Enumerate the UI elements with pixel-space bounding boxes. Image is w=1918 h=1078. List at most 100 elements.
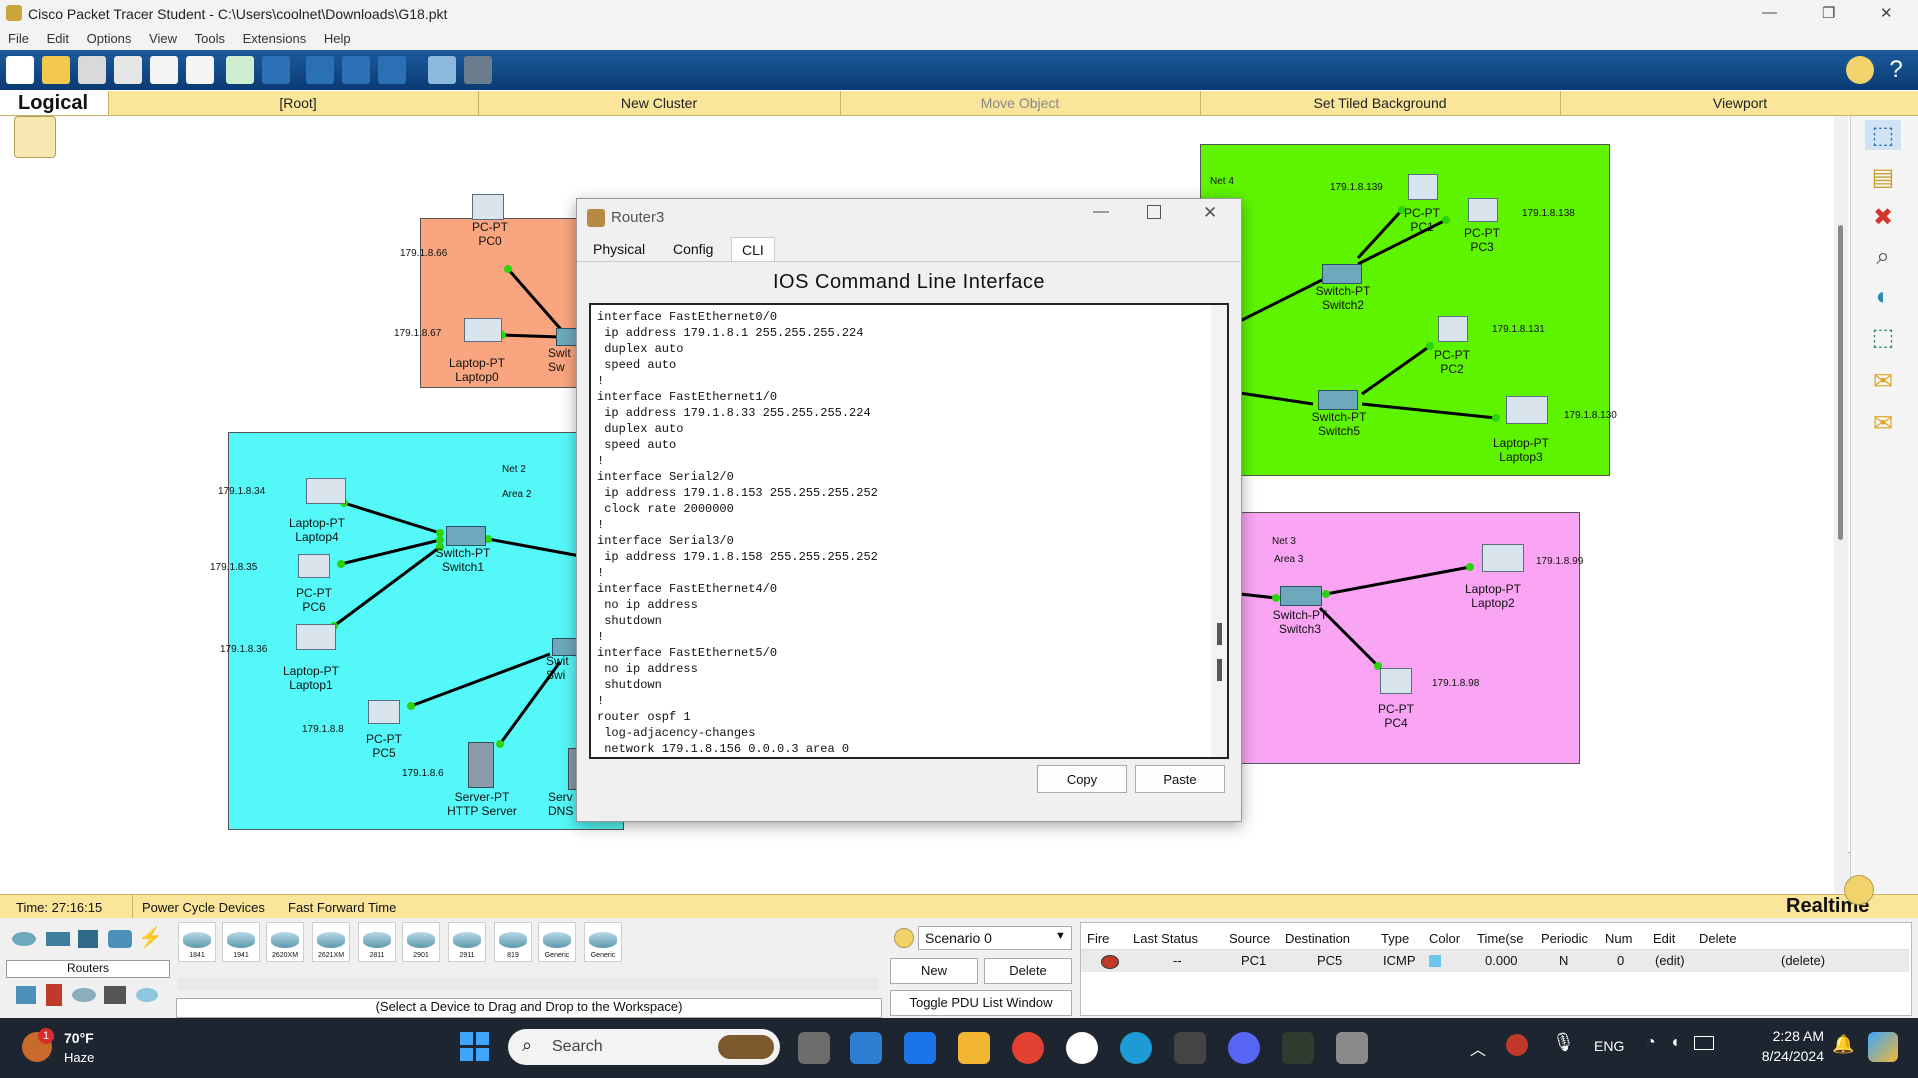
task-view-icon[interactable]: [798, 1032, 830, 1064]
start-icon[interactable]: [460, 1032, 490, 1062]
pc0-icon[interactable]: [472, 194, 504, 220]
tab-physical[interactable]: Physical: [583, 237, 655, 261]
switch2-icon[interactable]: [1322, 264, 1362, 284]
custom-devices-category-icon[interactable]: [104, 986, 126, 1004]
scenario-select[interactable]: Scenario 0 ▼: [918, 926, 1072, 950]
battery-icon[interactable]: [1694, 1036, 1714, 1050]
menu-extensions[interactable]: Extensions: [243, 28, 307, 46]
multiuser-category-icon[interactable]: [136, 988, 158, 1002]
switch3-icon[interactable]: [1280, 586, 1322, 606]
wireless-category-icon[interactable]: [108, 930, 132, 948]
switch1-icon[interactable]: [446, 526, 486, 546]
switch5-icon[interactable]: [1318, 390, 1358, 410]
router-model-generic[interactable]: Generic: [538, 922, 576, 962]
nav-viewport[interactable]: Viewport: [1560, 95, 1918, 111]
realtime-clock-icon[interactable]: [1844, 875, 1874, 905]
menu-file[interactable]: File: [8, 28, 29, 46]
custom-device-icon[interactable]: [464, 56, 492, 84]
router-model-generic-2[interactable]: Generic: [584, 922, 622, 962]
save-icon[interactable]: [78, 56, 106, 84]
print-icon[interactable]: [114, 56, 142, 84]
scenario-info-icon[interactable]: [894, 928, 914, 948]
copilot-icon[interactable]: [1868, 1032, 1898, 1062]
router-model-2811[interactable]: 2811: [358, 922, 396, 962]
inspect-icon[interactable]: ⌕: [1865, 242, 1901, 272]
menu-options[interactable]: Options: [87, 28, 132, 46]
pc1-icon[interactable]: [1408, 174, 1438, 200]
laptop4-icon[interactable]: [306, 478, 346, 504]
dialog-minimize-icon[interactable]: —: [1093, 203, 1109, 221]
cli-scroll-thumb[interactable]: [1217, 623, 1222, 645]
store-icon[interactable]: [850, 1032, 882, 1064]
fast-forward-button[interactable]: Fast Forward Time: [288, 900, 396, 915]
nav-move-object[interactable]: Move Object: [840, 95, 1200, 111]
file-explorer-icon[interactable]: [958, 1032, 990, 1064]
nav-root[interactable]: [Root]: [108, 95, 488, 111]
router-model-2911[interactable]: 2911: [448, 922, 486, 962]
toggle-pdu-list-button[interactable]: Toggle PDU List Window: [890, 990, 1072, 1016]
fire-icon[interactable]: [1101, 955, 1119, 969]
router-model-2620xm[interactable]: 2620XM: [266, 922, 304, 962]
connections-category-icon[interactable]: ⚡: [138, 928, 163, 948]
device-list-scrollbar[interactable]: [178, 978, 878, 990]
pc6-icon[interactable]: [298, 554, 330, 578]
router-model-1841[interactable]: 1841: [178, 922, 216, 962]
wan-emulation-category-icon[interactable]: [72, 988, 96, 1002]
router-model-1941[interactable]: 1941: [222, 922, 260, 962]
router-model-819[interactable]: 819: [494, 922, 532, 962]
laptop3-icon[interactable]: [1506, 396, 1548, 424]
dialog-close-icon[interactable]: ✕: [1203, 203, 1217, 223]
menu-view[interactable]: View: [149, 28, 177, 46]
delete-icon[interactable]: ✖: [1865, 202, 1901, 232]
switches-category-icon[interactable]: [46, 932, 70, 946]
search-box[interactable]: ⌕ Search: [508, 1029, 780, 1065]
table-row[interactable]: -- PC1 PC5 ICMP 0.000 N 0 (edit) (delete…: [1081, 950, 1909, 972]
pdu-edit-link[interactable]: (edit): [1655, 953, 1685, 968]
cli-console[interactable]: interface FastEthernet0/0 ip address 179…: [589, 303, 1229, 759]
redo-icon[interactable]: [262, 56, 290, 84]
pc4-icon[interactable]: [1380, 668, 1412, 694]
pc2-icon[interactable]: [1438, 316, 1468, 342]
logical-mode-tab[interactable]: Logical: [0, 91, 109, 115]
microphone-icon[interactable]: 🎙: [1552, 1032, 1575, 1053]
clock-date[interactable]: 8/24/2024: [1740, 1048, 1824, 1064]
cli-scroll-thumb[interactable]: [1217, 659, 1222, 681]
select-icon[interactable]: ⬚: [1865, 120, 1901, 150]
wifi-icon[interactable]: ◔: [1646, 1034, 1656, 1052]
pc3-icon[interactable]: [1468, 198, 1498, 222]
new-file-icon[interactable]: [6, 56, 34, 84]
tab-cli[interactable]: CLI: [731, 237, 775, 262]
security-category-icon[interactable]: [46, 984, 62, 1006]
draw-shape-icon[interactable]: ◐: [1865, 282, 1901, 312]
resize-shape-icon[interactable]: ⬚: [1865, 322, 1901, 352]
undo-icon[interactable]: [226, 56, 254, 84]
scrollbar-thumb[interactable]: [1838, 225, 1843, 540]
menu-help[interactable]: Help: [324, 28, 351, 46]
add-complex-pdu-icon[interactable]: ✉: [1865, 408, 1901, 438]
info-icon[interactable]: [1846, 56, 1874, 84]
menu-edit[interactable]: Edit: [47, 28, 69, 46]
end-devices-category-icon[interactable]: [16, 986, 36, 1004]
hubs-category-icon[interactable]: [78, 930, 98, 948]
tab-config[interactable]: Config: [663, 237, 723, 261]
paste-button[interactable]: Paste: [1135, 765, 1225, 793]
cli-scrollbar[interactable]: [1211, 305, 1227, 757]
zoom-out-icon[interactable]: [378, 56, 406, 84]
zoom-in-icon[interactable]: [306, 56, 334, 84]
add-simple-pdu-icon[interactable]: ✉: [1865, 366, 1901, 396]
nav-set-tiled-background[interactable]: Set Tiled Background: [1200, 95, 1560, 111]
palette-icon[interactable]: [428, 56, 456, 84]
mail-icon[interactable]: [904, 1032, 936, 1064]
volume-icon[interactable]: ◖: [1670, 1034, 1680, 1052]
power-cycle-button[interactable]: Power Cycle Devices: [142, 900, 265, 915]
maximize-icon[interactable]: ❐: [1822, 4, 1835, 22]
copy-button[interactable]: Copy: [1037, 765, 1127, 793]
edge-icon[interactable]: [1120, 1032, 1152, 1064]
copy-icon[interactable]: [186, 56, 214, 84]
pc5-icon[interactable]: [368, 700, 400, 724]
activity-wizard-icon[interactable]: [150, 56, 178, 84]
routers-category-icon[interactable]: [12, 932, 36, 946]
tray-chevron-icon[interactable]: ︿: [1470, 1036, 1486, 1060]
router-model-2901[interactable]: 2901: [402, 922, 440, 962]
delete-scenario-button[interactable]: Delete: [984, 958, 1072, 984]
